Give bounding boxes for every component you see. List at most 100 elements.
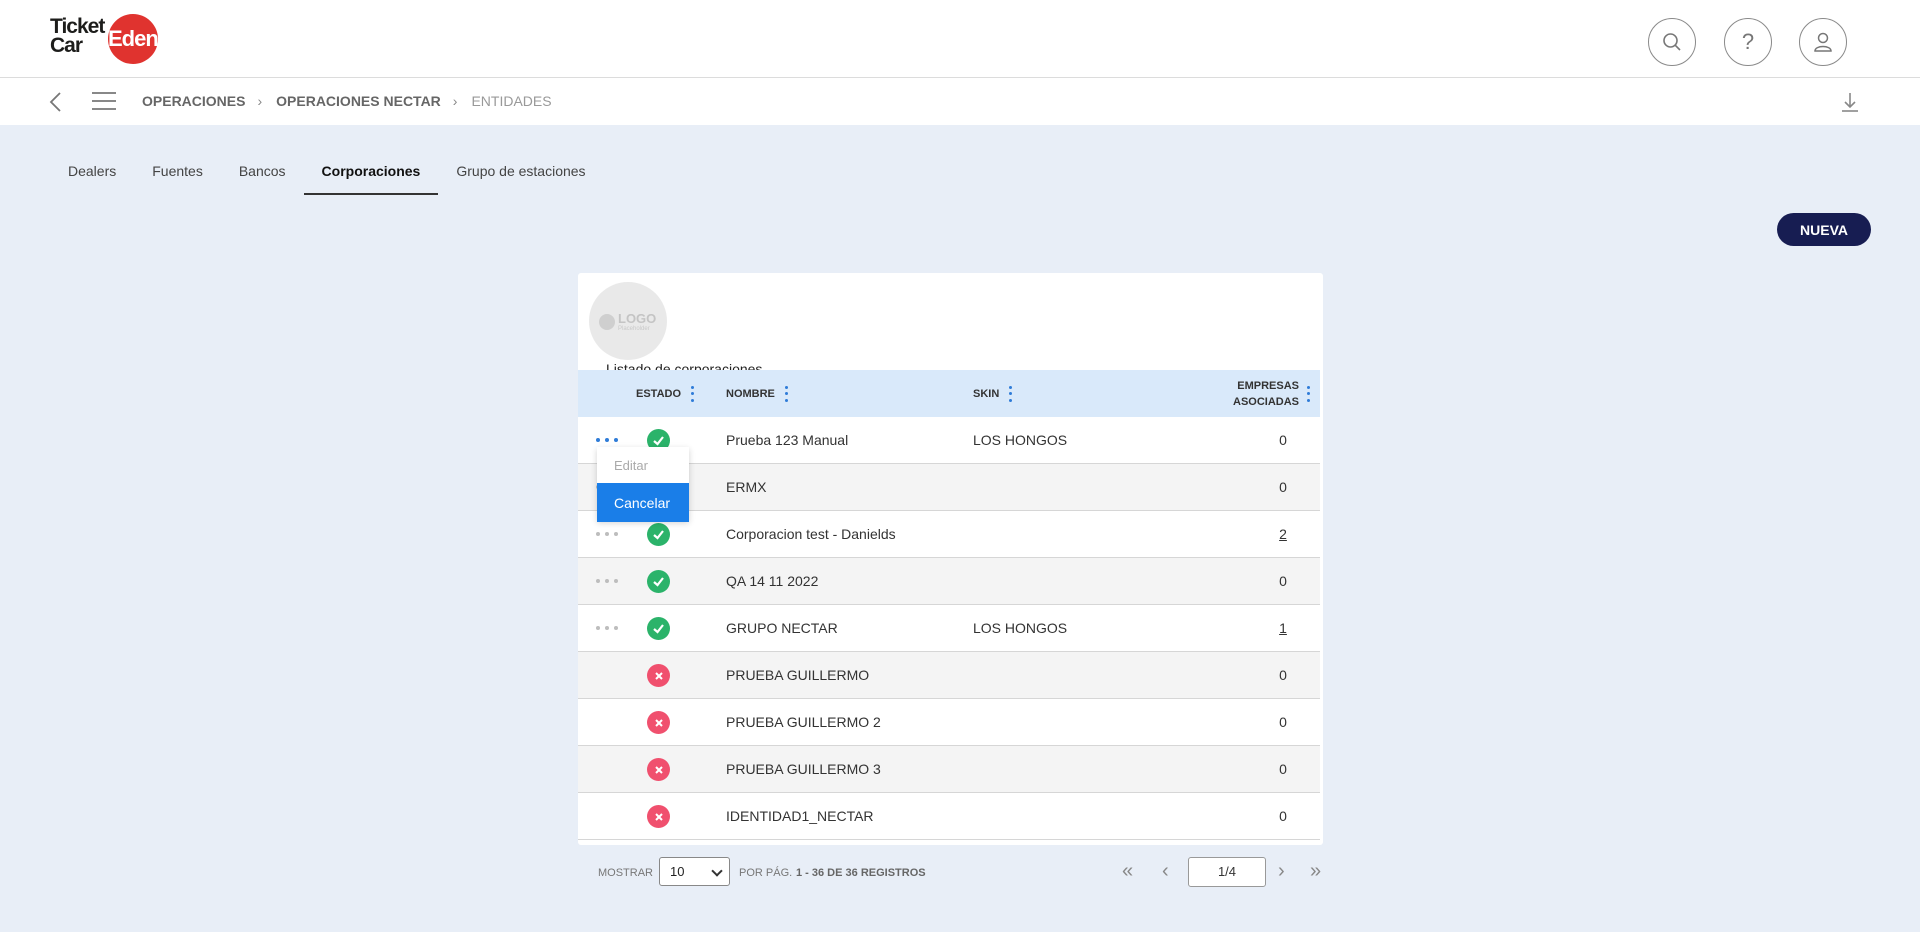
column-empresas-line1: EMPRESAS (1237, 379, 1300, 392)
breadcrumb-operaciones-nectar[interactable]: OPERACIONES NECTAR (276, 93, 441, 109)
records-count: 1 - 36 DE 36 REGISTROS (796, 867, 926, 879)
corporations-table: ESTADO NOMBRE SKIN EMPRESAS ASOCIADAS Pr… (578, 370, 1320, 840)
menu-icon-line (92, 108, 116, 110)
status-active-icon (647, 523, 670, 546)
chevron-down-icon (711, 865, 723, 877)
column-estado-label: ESTADO (636, 387, 682, 400)
status-active-icon (647, 617, 670, 640)
per-page-label: POR PÁG. (739, 867, 793, 879)
column-empresas-label: EMPRESAS ASOCIADAS (1233, 378, 1299, 410)
table-row: IDENTIDAD1_NECTAR 0 (578, 793, 1320, 840)
column-nombre-label: NOMBRE (726, 387, 775, 400)
table-row: PRUEBA GUILLERMO 0 (578, 652, 1320, 699)
tab-fuentes[interactable]: Fuentes (134, 155, 221, 195)
user-icon (1814, 32, 1832, 52)
chevron-left-icon (49, 92, 61, 112)
new-corporation-button[interactable]: NUEVA (1777, 213, 1871, 246)
tab-corporaciones[interactable]: Corporaciones (303, 155, 439, 195)
user-menu-button[interactable] (1799, 18, 1847, 66)
cell-empresas-asociadas: 0 (1279, 761, 1287, 777)
table-row: ERMX 0 (578, 464, 1320, 511)
column-menu-icon[interactable] (1307, 385, 1311, 402)
tab-grupo-de-estaciones[interactable]: Grupo de estaciones (438, 155, 603, 195)
logo-placeholder-text: LOGO (618, 311, 657, 326)
column-skin: SKIN (973, 385, 1013, 402)
table-row: Prueba 123 Manual LOS HONGOS 0 (578, 417, 1320, 464)
table-row: QA 14 11 2022 0 (578, 558, 1320, 605)
cell-empresas-asociadas[interactable]: 1 (1268, 620, 1298, 636)
menu-item-editar[interactable]: Editar (597, 447, 689, 483)
last-page-icon[interactable]: » (1310, 861, 1321, 881)
download-button[interactable] (1840, 90, 1860, 114)
search-icon (1663, 33, 1681, 51)
column-menu-icon[interactable] (691, 385, 695, 402)
logo-ticket-car: Ticket Car (50, 16, 105, 57)
column-empresas-asociadas: EMPRESAS ASOCIADAS (1233, 378, 1311, 410)
table-row: PRUEBA GUILLERMO 3 0 (578, 746, 1320, 793)
row-actions-icon[interactable] (596, 619, 618, 637)
cell-empresas-asociadas: 0 (1279, 808, 1287, 824)
cell-nombre: Prueba 123 Manual (726, 432, 849, 448)
logo-placeholder: LOGO Placeholder (589, 282, 667, 360)
back-button[interactable] (46, 90, 66, 114)
chevron-right-icon: › (452, 93, 458, 109)
cell-nombre: QA 14 11 2022 (726, 573, 819, 589)
column-empresas-line2: ASOCIADAS (1233, 395, 1300, 408)
row-actions-menu: Editar Cancelar (597, 447, 689, 522)
logo-word: Car (50, 34, 83, 57)
logo-placeholder-dot (599, 314, 615, 330)
table-row: GRUPO NECTAR LOS HONGOS 1 (578, 605, 1320, 652)
tab-bancos[interactable]: Bancos (221, 155, 304, 195)
status-inactive-icon (647, 805, 670, 828)
ticket-car-edenred-logo[interactable]: Ticket Car Edenred (48, 13, 190, 65)
cell-nombre: IDENTIDAD1_NECTAR (726, 808, 874, 824)
column-estado: ESTADO (636, 385, 695, 402)
next-page-icon[interactable]: › (1278, 861, 1285, 881)
search-button[interactable] (1648, 18, 1696, 66)
status-inactive-icon (647, 758, 670, 781)
show-label: MOSTRAR (598, 867, 653, 879)
column-menu-icon[interactable] (784, 385, 788, 402)
cell-empresas-asociadas: 0 (1279, 432, 1287, 448)
breadcrumb-entidades: ENTIDADES (471, 93, 552, 109)
help-icon: ? (1741, 29, 1755, 54)
menu-icon-line (92, 92, 116, 94)
table-body: Prueba 123 Manual LOS HONGOS 0 ERMX 0 Corpora… (578, 417, 1320, 840)
cell-nombre: ERMX (726, 479, 767, 495)
cell-nombre: PRUEBA GUILLERMO 2 (726, 714, 881, 730)
tab-dealers[interactable]: Dealers (50, 155, 134, 195)
breadcrumb: OPERACIONES › OPERACIONES NECTAR › ENTID… (142, 93, 552, 109)
breadcrumb-bar: OPERACIONES › OPERACIONES NECTAR › ENTID… (0, 78, 1920, 125)
status-inactive-icon (647, 664, 670, 687)
download-icon (1842, 93, 1858, 112)
hamburger-menu-button[interactable] (92, 92, 116, 112)
cell-nombre: Corporacion test - Danields (726, 526, 896, 542)
help-button[interactable]: ? (1724, 18, 1772, 66)
menu-item-cancelar[interactable]: Cancelar (597, 483, 689, 522)
corporations-card: LOGO Placeholder Listado de corporacione… (578, 273, 1323, 845)
page-size-value: 10 (670, 864, 685, 879)
cell-skin: LOS HONGOS (973, 620, 1068, 636)
table-row: Corporacion test - Danields 2 (578, 511, 1320, 558)
row-actions-icon[interactable] (596, 525, 618, 543)
cell-empresas-asociadas: 0 (1279, 714, 1287, 730)
cell-skin: LOS HONGOS (973, 432, 1068, 448)
table-header: ESTADO NOMBRE SKIN EMPRESAS ASOCIADAS (578, 370, 1320, 417)
cell-nombre: PRUEBA GUILLERMO (726, 667, 870, 683)
breadcrumb-operaciones[interactable]: OPERACIONES (142, 93, 245, 109)
table-row: PRUEBA GUILLERMO 2 0 (578, 699, 1320, 746)
menu-icon-line (92, 100, 116, 102)
column-menu-icon[interactable] (1009, 385, 1013, 402)
cell-empresas-asociadas: 0 (1279, 479, 1287, 495)
cell-empresas-asociadas[interactable]: 2 (1268, 526, 1298, 542)
status-inactive-icon (647, 711, 670, 734)
cell-empresas-asociadas: 0 (1279, 573, 1287, 589)
first-page-icon[interactable]: « (1122, 861, 1133, 881)
row-actions-icon[interactable] (596, 572, 618, 590)
page-size-select[interactable]: 10 (659, 857, 730, 886)
column-nombre: NOMBRE (726, 385, 788, 402)
previous-page-icon[interactable]: ‹ (1162, 861, 1169, 881)
column-skin-label: SKIN (973, 387, 1000, 400)
status-active-icon (647, 570, 670, 593)
page-input[interactable]: 1/4 (1188, 857, 1266, 887)
